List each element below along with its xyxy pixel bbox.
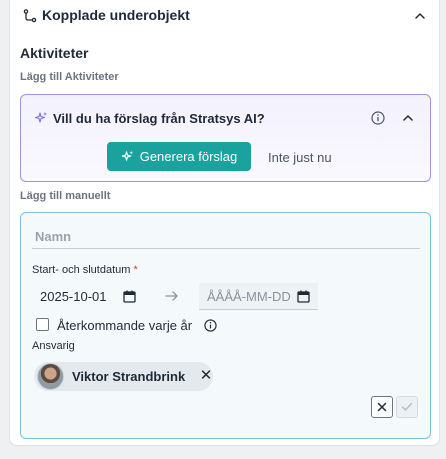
required-mark: * bbox=[133, 264, 138, 276]
close-icon bbox=[377, 402, 387, 412]
generate-suggestions-button[interactable]: Generera förslag bbox=[107, 142, 251, 171]
section-header[interactable]: Kopplade underobjekt bbox=[10, 1, 439, 31]
recurring-checkbox[interactable] bbox=[36, 318, 49, 331]
generate-suggestions-label: Generera förslag bbox=[139, 149, 238, 164]
chevron-up-icon[interactable] bbox=[411, 7, 429, 25]
responsible-label: Ansvarig bbox=[32, 340, 75, 352]
start-date-value: 2025-10-01 bbox=[40, 289, 107, 304]
calendar-icon[interactable] bbox=[297, 290, 310, 303]
start-date-input[interactable]: 2025-10-01 bbox=[32, 283, 144, 310]
responsible-name: Viktor Strandbrink bbox=[72, 369, 186, 384]
manual-add-form: Start- och slutdatum * 2025-10-01 ÅÅÅÅ-M… bbox=[20, 212, 431, 439]
link-icon bbox=[23, 9, 37, 23]
not-now-button[interactable]: Inte just nu bbox=[268, 150, 332, 165]
responsible-chip: Viktor Strandbrink ✕ bbox=[34, 362, 213, 391]
linked-subobjects-panel: Kopplade underobjekt Aktiviteter Lägg ti… bbox=[9, 0, 440, 446]
sparkle-icon bbox=[34, 112, 47, 123]
info-icon[interactable] bbox=[371, 111, 385, 125]
calendar-icon[interactable] bbox=[123, 290, 136, 303]
recurring-label[interactable]: Återkommande varje år bbox=[57, 318, 192, 333]
cancel-button[interactable] bbox=[371, 396, 393, 418]
avatar bbox=[37, 363, 64, 390]
add-manually-label: Lägg till manuellt bbox=[20, 190, 111, 202]
info-icon[interactable] bbox=[204, 319, 217, 332]
section-title: Kopplade underobjekt bbox=[42, 7, 190, 23]
ai-question: Vill du ha förslag från Stratsys AI? bbox=[53, 111, 265, 126]
end-date-input[interactable]: ÅÅÅÅ-MM-DD bbox=[199, 283, 318, 310]
chevron-up-icon[interactable] bbox=[400, 110, 416, 126]
check-icon bbox=[401, 402, 413, 411]
end-date-placeholder: ÅÅÅÅ-MM-DD bbox=[207, 288, 291, 304]
activities-title: Aktiviteter bbox=[20, 45, 89, 61]
arrow-right-icon bbox=[165, 291, 178, 301]
ai-suggestion-box: Vill du ha förslag från Stratsys AI? Gen… bbox=[20, 94, 431, 182]
sparkle-icon bbox=[121, 150, 133, 161]
add-activities-label: Lägg till Aktiviteter bbox=[20, 71, 119, 83]
date-range-label-text: Start- och slutdatum bbox=[32, 264, 131, 276]
confirm-button[interactable] bbox=[396, 396, 418, 418]
close-icon[interactable]: ✕ bbox=[198, 368, 214, 384]
name-input[interactable] bbox=[32, 224, 420, 249]
date-range-label: Start- och slutdatum * bbox=[32, 264, 138, 276]
